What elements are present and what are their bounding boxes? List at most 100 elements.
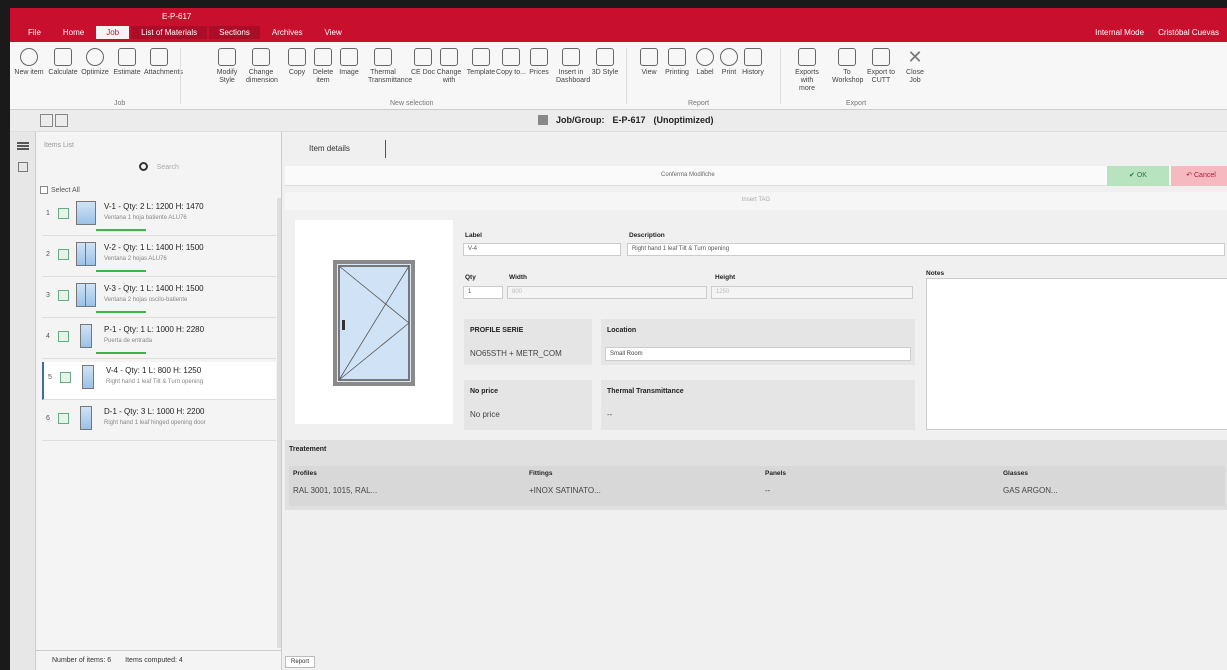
- width-input[interactable]: 800: [507, 286, 707, 299]
- attachments-button[interactable]: Attachments: [144, 48, 183, 77]
- list-item[interactable]: 4 P-1 - Qty: 1 L: 1000 H: 2280 Puerta de…: [42, 321, 276, 359]
- list-item[interactable]: 6 D-1 - Qty: 3 L: 1000 H: 2200 Right han…: [42, 403, 276, 441]
- tab-job[interactable]: Job: [96, 26, 130, 39]
- group-label-new-selection: New selection: [390, 100, 434, 107]
- height-label: Height: [715, 274, 736, 281]
- 3d-style-button[interactable]: 3D Style: [590, 48, 620, 77]
- scale-icon: [54, 48, 72, 66]
- resize-icon: [252, 48, 270, 66]
- estimate-button[interactable]: Estimate: [112, 48, 142, 77]
- export-cutt-button[interactable]: Export to CUTT: [866, 48, 896, 85]
- report-button[interactable]: Report: [285, 656, 315, 668]
- new-item-button[interactable]: New item: [14, 48, 44, 77]
- list-item[interactable]: 2 V-2 - Qty: 1 L: 1400 H: 1500 Ventana 2…: [42, 239, 276, 277]
- list-item[interactable]: 1 V-1 - Qty: 2 L: 1200 H: 1470 Ventana 1…: [42, 198, 276, 236]
- title-right-links: Internal Mode Cristóbal Cuevas: [1095, 28, 1219, 37]
- close-job-button[interactable]: ✕ Close Job: [900, 48, 930, 85]
- mode-link[interactable]: Internal Mode: [1095, 28, 1144, 37]
- undo-icon: ↶: [1186, 172, 1194, 179]
- scrollbar[interactable]: [277, 198, 281, 648]
- image-icon[interactable]: [58, 331, 69, 342]
- optimize-button[interactable]: Optimize: [80, 48, 110, 77]
- action-bar: Conferma Modifiche ✔ OK ↶ Cancel: [285, 166, 1227, 186]
- list-item[interactable]: 3 V-3 - Qty: 1 L: 1400 H: 1500 Ventana 2…: [42, 280, 276, 318]
- view-button[interactable]: View: [634, 48, 664, 77]
- job-id: E-P-617: [612, 115, 646, 125]
- history-button[interactable]: History: [738, 48, 768, 77]
- tab-view[interactable]: View: [315, 26, 352, 39]
- qty-stepper[interactable]: 1: [463, 286, 503, 299]
- printing-button[interactable]: Printing: [662, 48, 692, 77]
- items-footer: Number of items: 6 Items computed: 4: [36, 650, 282, 670]
- template-icon: [472, 48, 490, 66]
- items-panel: Items List Search Select All 1 V-1 - Qty…: [36, 132, 282, 670]
- cancel-button[interactable]: ↶ Cancel: [1171, 166, 1227, 186]
- label-field-label: Label: [465, 232, 482, 239]
- thermal-transmittance-button[interactable]: Thermal Transmittance: [368, 48, 412, 85]
- fittings-column[interactable]: Fittings +INOX SATINATO...: [529, 470, 601, 495]
- template-button[interactable]: Template: [466, 48, 496, 77]
- ribbon: New item Calculate Optimize Estimate Att…: [10, 42, 1227, 110]
- to-workshop-button[interactable]: To Workshop: [832, 48, 863, 85]
- search-bar[interactable]: Search: [36, 160, 282, 180]
- ribbon-separator: [626, 48, 627, 104]
- insert-tag-row[interactable]: Insert TAG: [285, 192, 1227, 210]
- window-thumbnail: [76, 283, 96, 307]
- image-icon[interactable]: [58, 249, 69, 260]
- workshop-icon: [838, 48, 856, 66]
- group-label-report: Report: [688, 100, 710, 107]
- select-all-checkbox[interactable]: [40, 186, 48, 194]
- panels-column[interactable]: Panels --: [765, 470, 786, 495]
- modify-style-button[interactable]: Modify Style: [212, 48, 242, 85]
- tab-sections[interactable]: Sections: [209, 26, 260, 39]
- trash-icon: [314, 48, 332, 66]
- copy-to-button[interactable]: Copy to...: [496, 48, 526, 77]
- tab-archives[interactable]: Archives: [262, 26, 313, 39]
- tab-home[interactable]: Home: [53, 26, 94, 39]
- profile-serie-value[interactable]: NO65STH + METR_COM: [470, 349, 562, 358]
- height-input[interactable]: 1250: [711, 286, 913, 299]
- plus-icon: [20, 48, 38, 66]
- change-with-button[interactable]: Change with: [434, 48, 464, 85]
- tab-list-of-materials[interactable]: List of Materials: [131, 26, 208, 39]
- view-icon: [640, 48, 658, 66]
- insert-dashboard-button[interactable]: Insert in Dashboard: [556, 48, 590, 85]
- list-item-selected[interactable]: 5 V-4 - Qty: 1 L: 800 H: 1250 Right hand…: [42, 362, 276, 400]
- split-view-icon[interactable]: [55, 114, 68, 127]
- exports-button[interactable]: Exports with more: [792, 48, 822, 93]
- tab-divider: [385, 140, 386, 158]
- document-title: E-P-617: [162, 12, 192, 21]
- image-icon[interactable]: [58, 290, 69, 301]
- image-button[interactable]: Image: [334, 48, 364, 77]
- glasses-column[interactable]: Glasses GAS ARGON...: [1003, 470, 1058, 495]
- copy-to-icon: [502, 48, 520, 66]
- profiles-column[interactable]: Profiles RAL 3001, 1015, RAL...: [293, 470, 377, 495]
- door-thumbnail: [80, 406, 92, 430]
- tab-file[interactable]: File: [18, 26, 51, 39]
- tab-item-details[interactable]: Item details: [309, 144, 350, 153]
- search-placeholder: Search: [156, 164, 179, 171]
- description-input[interactable]: Right hand 1 leaf Tilt & Turn opening: [627, 243, 1225, 256]
- calculate-button[interactable]: Calculate: [48, 48, 78, 77]
- action-caption: Conferma Modifiche: [661, 172, 715, 178]
- panel-icon[interactable]: [18, 162, 28, 172]
- item-preview: [295, 220, 453, 424]
- location-input[interactable]: Small Room: [605, 347, 911, 361]
- grid-view-icon[interactable]: [40, 114, 53, 127]
- change-dimension-button[interactable]: Change dimension: [246, 48, 278, 85]
- close-icon: ✕: [907, 47, 923, 67]
- image-icon[interactable]: [58, 413, 69, 424]
- notes-textarea[interactable]: [926, 278, 1227, 430]
- label-input[interactable]: V-4: [463, 243, 621, 256]
- ok-button[interactable]: ✔ OK: [1107, 166, 1169, 186]
- label-icon: [696, 48, 714, 66]
- prices-button[interactable]: Prices: [524, 48, 554, 77]
- image-icon[interactable]: [60, 372, 71, 383]
- image-icon[interactable]: [58, 208, 69, 219]
- computed-bar: [96, 352, 146, 354]
- hamburger-icon[interactable]: [17, 142, 29, 150]
- thermal-value: --: [607, 410, 613, 419]
- user-link[interactable]: Cristóbal Cuevas: [1158, 28, 1219, 37]
- tools-icon: [218, 48, 236, 66]
- select-all[interactable]: Select All: [40, 186, 80, 194]
